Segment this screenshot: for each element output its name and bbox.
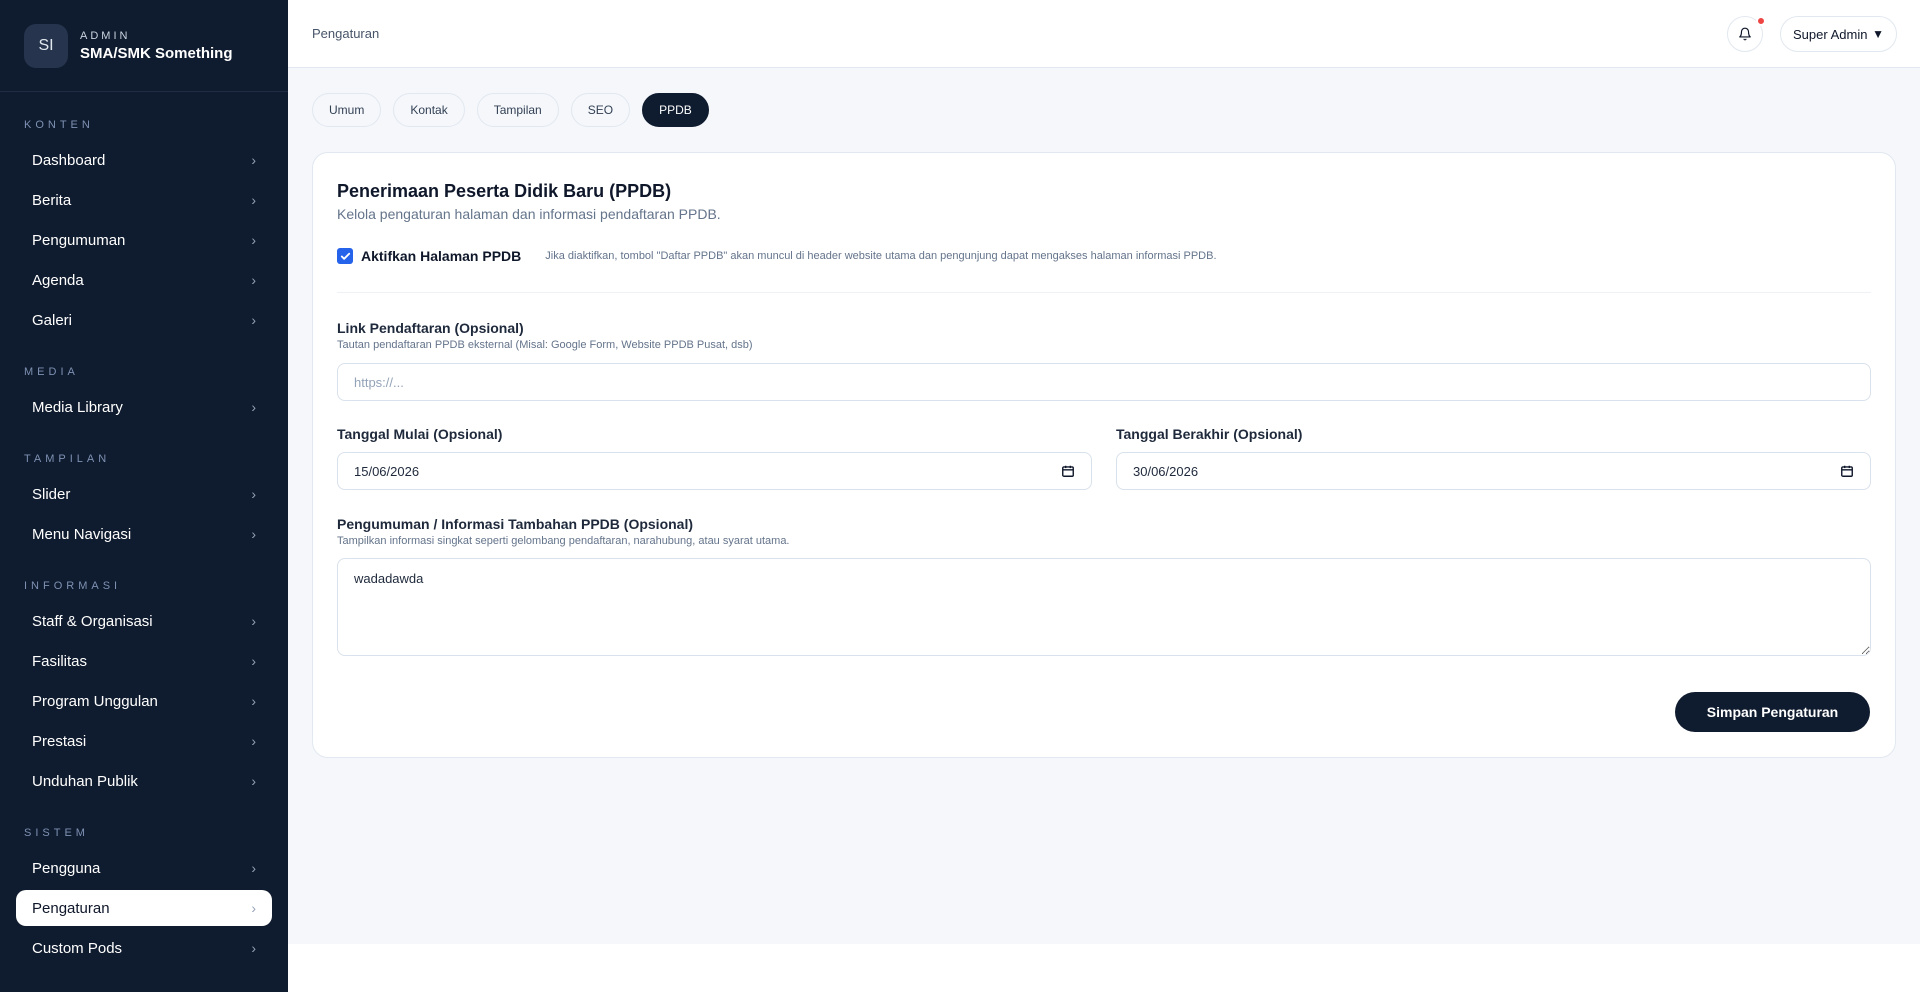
chevron-right-icon: › xyxy=(251,312,256,328)
chevron-right-icon: › xyxy=(251,613,256,629)
calendar-icon[interactable] xyxy=(1061,464,1075,478)
sidebar-item-label: Prestasi xyxy=(32,732,87,750)
nav-section-tampilan: TAMPILAN xyxy=(24,453,111,465)
brand: SI ADMIN SMA/SMK Something xyxy=(0,0,288,92)
chevron-right-icon: › xyxy=(251,526,256,542)
tab-ppdb[interactable]: PPDB xyxy=(642,93,709,127)
save-settings-button[interactable]: Simpan Pengaturan xyxy=(1675,692,1870,732)
start-date-label: Tanggal Mulai (Opsional) xyxy=(337,426,503,442)
sidebar-item-pengguna[interactable]: Pengguna › xyxy=(16,850,272,886)
sidebar-item-agenda[interactable]: Agenda › xyxy=(16,262,272,298)
chevron-right-icon: › xyxy=(251,653,256,669)
user-menu[interactable]: Super Admin ▼ xyxy=(1780,16,1897,52)
announcement-label: Pengumuman / Informasi Tambahan PPDB (Op… xyxy=(337,516,694,532)
chevron-right-icon: › xyxy=(251,940,256,956)
sidebar-item-label: Pengumuman xyxy=(32,231,126,249)
divider xyxy=(337,292,1871,293)
brand-role: ADMIN xyxy=(80,29,131,42)
sidebar-item-label: Dashboard xyxy=(32,151,106,169)
start-date-value: 15/06/2026 xyxy=(354,463,420,479)
calendar-icon[interactable] xyxy=(1840,464,1854,478)
sidebar-item-slider[interactable]: Slider › xyxy=(16,476,272,512)
sidebar-item-pengumuman[interactable]: Pengumuman › xyxy=(16,222,272,258)
sidebar-item-label: Staff & Organisasi xyxy=(32,612,153,630)
chevron-right-icon: › xyxy=(251,693,256,709)
user-name: Super Admin xyxy=(1793,26,1868,42)
chevron-right-icon: › xyxy=(251,232,256,248)
main-content: Umum Kontak Tampilan SEO PPDB Penerimaan Pes… xyxy=(288,68,1920,944)
chevron-right-icon: › xyxy=(251,192,256,208)
sidebar-item-galeri[interactable]: Galeri › xyxy=(16,302,272,338)
nav-section-informasi: INFORMASI xyxy=(24,580,122,592)
announcement-textarea[interactable]: wadadawda xyxy=(337,558,1871,656)
chevron-right-icon: › xyxy=(251,152,256,168)
nav-section-media: MEDIA xyxy=(24,366,79,378)
chevron-right-icon: › xyxy=(251,733,256,749)
sidebar-item-unduhan-publik[interactable]: Unduhan Publik › xyxy=(16,763,272,799)
notification-dot xyxy=(1756,16,1766,26)
link-help: Tautan pendaftaran PPDB eksternal (Misal… xyxy=(337,339,753,351)
tab-umum[interactable]: Umum xyxy=(312,93,382,127)
sidebar: SI ADMIN SMA/SMK Something KONTEN Dashboa… xyxy=(0,0,288,992)
end-date-label: Tanggal Berakhir (Opsional) xyxy=(1116,426,1303,442)
chevron-right-icon: › xyxy=(251,773,256,789)
bell-icon xyxy=(1739,27,1751,41)
sidebar-item-label: Unduhan Publik xyxy=(32,772,138,790)
sidebar-item-media-library[interactable]: Media Library › xyxy=(16,389,272,425)
sidebar-item-custom-pods[interactable]: Custom Pods › xyxy=(16,930,272,966)
announcement-help: Tampilkan informasi singkat seperti gelo… xyxy=(337,535,790,547)
sidebar-item-staff-organisasi[interactable]: Staff & Organisasi › xyxy=(16,603,272,639)
sidebar-item-label: Agenda xyxy=(32,271,84,289)
nav-section-konten: KONTEN xyxy=(24,119,94,131)
sidebar-item-fasilitas[interactable]: Fasilitas › xyxy=(16,643,272,679)
chevron-right-icon: › xyxy=(251,399,256,415)
sidebar-item-label: Slider xyxy=(32,485,71,503)
sidebar-item-label: Custom Pods xyxy=(32,939,123,957)
end-date-value: 30/06/2026 xyxy=(1133,463,1199,479)
tab-kontak[interactable]: Kontak xyxy=(393,93,465,127)
sidebar-item-berita[interactable]: Berita › xyxy=(16,182,272,218)
nav-section-sistem: SISTEM xyxy=(24,827,89,839)
tab-tampilan[interactable]: Tampilan xyxy=(476,93,559,127)
sidebar-item-dashboard[interactable]: Dashboard › xyxy=(16,142,272,178)
sidebar-item-menu-navigasi[interactable]: Menu Navigasi › xyxy=(16,516,272,552)
start-date-input[interactable]: 15/06/2026 xyxy=(337,452,1092,490)
brand-avatar: SI xyxy=(24,23,68,68)
card-title: Penerimaan Peserta Didik Baru (PPDB) xyxy=(337,181,672,201)
settings-tabs: Umum Kontak Tampilan SEO PPDB xyxy=(312,93,709,127)
sidebar-item-label: Galeri xyxy=(32,311,73,329)
breadcrumb: Pengaturan xyxy=(312,26,380,41)
sidebar-item-prestasi[interactable]: Prestasi › xyxy=(16,723,272,759)
chevron-right-icon: › xyxy=(251,272,256,288)
sidebar-item-pengaturan[interactable]: Pengaturan › xyxy=(16,890,272,926)
card-subtitle: Kelola pengaturan halaman dan informasi … xyxy=(337,206,721,222)
end-date-input[interactable]: 30/06/2026 xyxy=(1116,452,1871,490)
sidebar-item-label: Media Library xyxy=(32,398,123,416)
caret-down-icon: ▼ xyxy=(1872,27,1884,41)
link-label: Link Pendaftaran (Opsional) xyxy=(337,320,524,336)
ppdb-enable-label[interactable]: Aktifkan Halaman PPDB xyxy=(361,248,521,264)
sidebar-item-label: Berita xyxy=(32,191,72,209)
ppdb-enable-help: Jika diaktifkan, tombol "Daftar PPDB" ak… xyxy=(545,250,1217,262)
brand-name: SMA/SMK Something xyxy=(80,44,233,62)
chevron-right-icon: › xyxy=(251,486,256,502)
sidebar-item-label: Program Unggulan xyxy=(32,692,158,710)
brand-text: ADMIN SMA/SMK Something xyxy=(80,30,233,62)
tab-seo[interactable]: SEO xyxy=(570,93,631,127)
sidebar-item-label: Fasilitas xyxy=(32,652,88,670)
top-bar: Pengaturan Super Admin ▼ xyxy=(288,0,1920,68)
sidebar-item-label: Pengguna xyxy=(32,859,101,877)
check-icon xyxy=(340,252,350,260)
ppdb-toggle-row: Aktifkan Halaman PPDB Jika diaktifkan, t… xyxy=(337,248,1217,264)
chevron-right-icon: › xyxy=(251,860,256,876)
ppdb-enable-checkbox[interactable] xyxy=(337,248,353,264)
registration-link-input[interactable] xyxy=(337,363,1871,401)
sidebar-item-program-unggulan[interactable]: Program Unggulan › xyxy=(16,683,272,719)
ppdb-settings-card: Penerimaan Peserta Didik Baru (PPDB) Kel… xyxy=(312,152,1896,758)
sidebar-item-label: Menu Navigasi xyxy=(32,525,132,543)
chevron-right-icon: › xyxy=(251,900,256,916)
sidebar-item-label: Pengaturan xyxy=(32,899,110,917)
